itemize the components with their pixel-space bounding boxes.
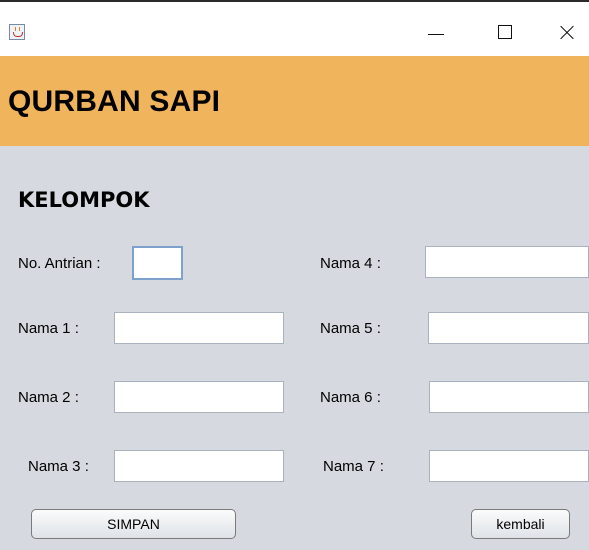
page-title: QURBAN SAPI	[8, 85, 221, 118]
nama1-input[interactable]	[114, 312, 284, 344]
java-app-icon	[9, 24, 25, 40]
nama1-label: Nama 1 :	[18, 320, 79, 337]
nama5-label: Nama 5 :	[320, 320, 381, 337]
nama6-input[interactable]	[429, 381, 589, 413]
minimize-icon[interactable]	[426, 22, 448, 44]
simpan-button[interactable]: SIMPAN	[31, 509, 236, 539]
nama2-label: Nama 2 :	[18, 389, 79, 406]
nama4-label: Nama 4 :	[320, 255, 381, 272]
kembali-button[interactable]: kembali	[471, 509, 570, 539]
nama5-input[interactable]	[428, 312, 589, 344]
nama3-input[interactable]	[114, 450, 284, 482]
maximize-icon[interactable]	[496, 22, 518, 44]
nama4-input[interactable]	[425, 246, 589, 278]
nama6-label: Nama 6 :	[320, 389, 381, 406]
nama7-label: Nama 7 :	[323, 458, 384, 475]
header-band: QURBAN SAPI	[0, 56, 589, 146]
antrian-input[interactable]	[132, 246, 183, 280]
antrian-label: No. Antrian :	[18, 255, 101, 272]
close-icon[interactable]	[558, 22, 580, 44]
section-title-kelompok: KELOMPOK	[18, 188, 150, 212]
window-titlebar	[0, 0, 589, 56]
nama3-label: Nama 3 :	[28, 458, 89, 475]
nama2-input[interactable]	[114, 381, 284, 413]
nama7-input[interactable]	[429, 450, 589, 482]
